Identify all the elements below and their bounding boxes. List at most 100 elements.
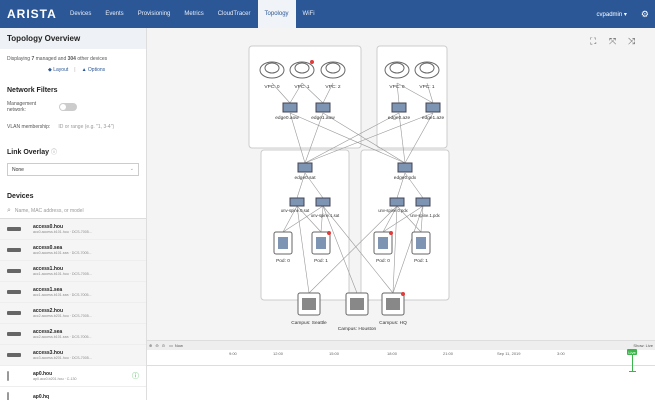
zoom-out-icon[interactable]: ⊖ — [155, 343, 158, 348]
options-button[interactable]: ▲ Options — [82, 67, 106, 73]
show-live-label: Show: Live — [633, 343, 653, 348]
switch-label: edge1.aow — [311, 115, 335, 121]
layout-button[interactable]: ◆ Layout — [48, 67, 68, 73]
arista-logo[interactable]: ARISTA — [7, 7, 63, 21]
switch-label: unv-spine.0.pdx — [378, 208, 408, 213]
topology-graph[interactable]: ⛶ ⤧ ⤨ VPC: 0 VPC: 1 VPC: 2 VPC: 0 VPC: 1… — [147, 28, 655, 340]
switch-label: edge0.sat — [294, 175, 316, 181]
calendar-icon[interactable]: ▭ — [169, 343, 173, 348]
user-menu[interactable]: cvpadmin ▾ — [597, 11, 627, 18]
options-icon: ▲ — [81, 67, 87, 73]
link-overlay-title: Link Overlay — [7, 149, 50, 156]
list-item[interactable]: access1.hou acc1.access.b101.hou · DCS-70… — [0, 261, 146, 282]
campus-hq[interactable]: Campus: HQ — [379, 292, 407, 326]
svg-text:⤧: ⤧ — [609, 36, 616, 46]
expand-icon[interactable]: ⛶ — [589, 36, 597, 46]
access-point-icon — [7, 392, 9, 400]
campus-label: Campus: Seattle — [291, 320, 327, 326]
live-cursor[interactable] — [632, 355, 633, 371]
device-search[interactable]: ⌕ Name, MAC address, or model — [0, 204, 146, 219]
management-network-toggle[interactable] — [59, 103, 77, 111]
zoom-in-icon[interactable]: ⊕ — [149, 343, 152, 348]
alert-icon — [389, 231, 393, 235]
timeline-toolbar: ⊕ ⊖ ⊙ ▭ Now Show: Live — [147, 341, 655, 350]
switch-label: unv-spine.1.sat — [311, 213, 340, 218]
gear-icon[interactable]: ⚙ — [641, 9, 649, 20]
nav-events[interactable]: Events — [98, 0, 130, 28]
info-icon[interactable]: ⓘ — [51, 150, 57, 156]
vlan-input[interactable]: ID or range (e.g. "1, 3-4") — [58, 124, 114, 130]
nav-wifi[interactable]: WiFi — [296, 0, 322, 28]
link-overlay-select[interactable]: None ⌄ — [7, 163, 139, 176]
device-search-input[interactable]: Name, MAC address, or model — [15, 208, 84, 214]
device-detail: acc1.access.b101.hou · DCS-7005... — [33, 272, 92, 276]
list-item[interactable]: access1.sea acc1.access.b101.sea · DCS-70… — [0, 282, 146, 303]
pod-label: Pod: 0 — [276, 258, 290, 264]
timeline-tick: 9:00 — [229, 351, 237, 356]
pod-1-pdx[interactable]: Pod: 1 — [411, 231, 431, 264]
switch-icon — [7, 248, 21, 252]
collapse-icon[interactable]: ⤨ — [628, 36, 636, 46]
chevron-down-icon: ⌄ — [129, 166, 134, 172]
nav-metrics[interactable]: Metrics — [177, 0, 210, 28]
timeline-tick: 12:00 — [273, 351, 284, 356]
nav-devices[interactable]: Devices — [63, 0, 98, 28]
list-item[interactable]: access2.sea acc2.access.b101.sea · DCS-70… — [0, 324, 146, 345]
access-point-icon — [7, 371, 9, 381]
switch-label: unv-spine.0.sat — [281, 208, 310, 213]
cloud-label: VPC: 1 — [419, 84, 435, 90]
management-network-label: Management network: — [7, 101, 37, 113]
list-item[interactable]: access0.sea acc0.access.b101.sea · DCS-70… — [0, 240, 146, 261]
pod-label: Pod: 0 — [376, 258, 390, 264]
managed-count: 7 — [31, 56, 35, 62]
nav-topology[interactable]: Topology — [257, 0, 296, 28]
timeline-tick: 15:00 — [329, 351, 340, 356]
cloud-label: VPC: 0 — [389, 84, 405, 90]
timeline-tick: 3:00 — [557, 351, 565, 356]
live-cursor-base — [629, 371, 636, 372]
switch-label: edge0.pdx — [394, 175, 417, 181]
link-overlay-heading: Link Overlay ⓘ — [0, 133, 146, 160]
switch-label: edge0.aze — [388, 115, 411, 121]
timeline-track[interactable] — [147, 365, 655, 366]
timeline[interactable]: ⊕ ⊖ ⊙ ▭ Now Show: Live 9:00 12:00 15:00 … — [147, 340, 655, 401]
switch-icon — [7, 332, 21, 336]
list-item[interactable]: access0.hou acc0.access.b101.hou · DCS-70… — [0, 219, 146, 240]
network-filters-heading: Network Filters — [7, 87, 58, 94]
devices-heading: Devices — [7, 193, 34, 200]
device-count-text: Displaying 7 managed and 304 other devic… — [0, 49, 146, 64]
alert-icon — [310, 60, 314, 64]
list-item[interactable]: access2.hou acc2.access.b201.hou · DCS-70… — [0, 303, 146, 324]
switch-icon — [7, 311, 21, 315]
list-item[interactable]: access3.hou acc3.access.b201.hou · DCS-70… — [0, 345, 146, 366]
switch-icon — [7, 227, 21, 231]
device-detail: acc1.access.b101.sea · DCS-7005... — [33, 293, 92, 297]
svg-text:⤨: ⤨ — [628, 36, 636, 46]
device-list: access0.hou acc0.access.b101.hou · DCS-70… — [0, 219, 146, 400]
vlan-label: VLAN membership: — [7, 124, 51, 130]
switch-label: unv-spine.1.pdx — [410, 213, 440, 218]
list-item[interactable]: ap0.hq — [0, 387, 146, 400]
cloud-group-aze — [376, 45, 448, 149]
svg-text:⛶: ⛶ — [589, 36, 597, 46]
reset-icon[interactable]: ⊙ — [162, 343, 165, 348]
nav-cloudtracer[interactable]: CloudTracer — [211, 0, 258, 28]
topology-canvas[interactable]: ⛶ ⤧ ⤨ VPC: 0 VPC: 1 VPC: 2 VPC: 0 VPC: 1… — [147, 28, 655, 340]
device-detail: acc2.access.b101.sea · DCS-7005... — [33, 335, 92, 339]
device-detail: acc0.access.b101.sea · DCS-7005... — [33, 251, 92, 255]
pod-0-sat[interactable]: Pod: 0 — [273, 231, 293, 264]
link-overlay-value: None — [12, 166, 24, 173]
cloud-label: VPC: 1 — [294, 84, 310, 90]
managed-label: managed and — [35, 56, 67, 62]
options-label: Options — [87, 67, 106, 73]
timeline-tick: 18:00 — [387, 351, 398, 356]
device-detail: ap0.acc0.b201.hou · C-130 — [33, 377, 77, 381]
vlan-row: VLAN membership: ID or range (e.g. "1, 3… — [0, 116, 146, 133]
nav-provisioning[interactable]: Provisioning — [131, 0, 178, 28]
list-item[interactable]: ap0.hou ap0.acc0.b201.hou · C-130 ⓘ — [0, 366, 146, 387]
info-icon[interactable]: ⓘ — [132, 371, 139, 381]
sidebar-title: Topology Overview — [0, 28, 146, 49]
fit-icon[interactable]: ⤧ — [609, 36, 616, 46]
layout-label: Layout — [53, 67, 69, 73]
now-button[interactable]: Now — [175, 343, 183, 348]
